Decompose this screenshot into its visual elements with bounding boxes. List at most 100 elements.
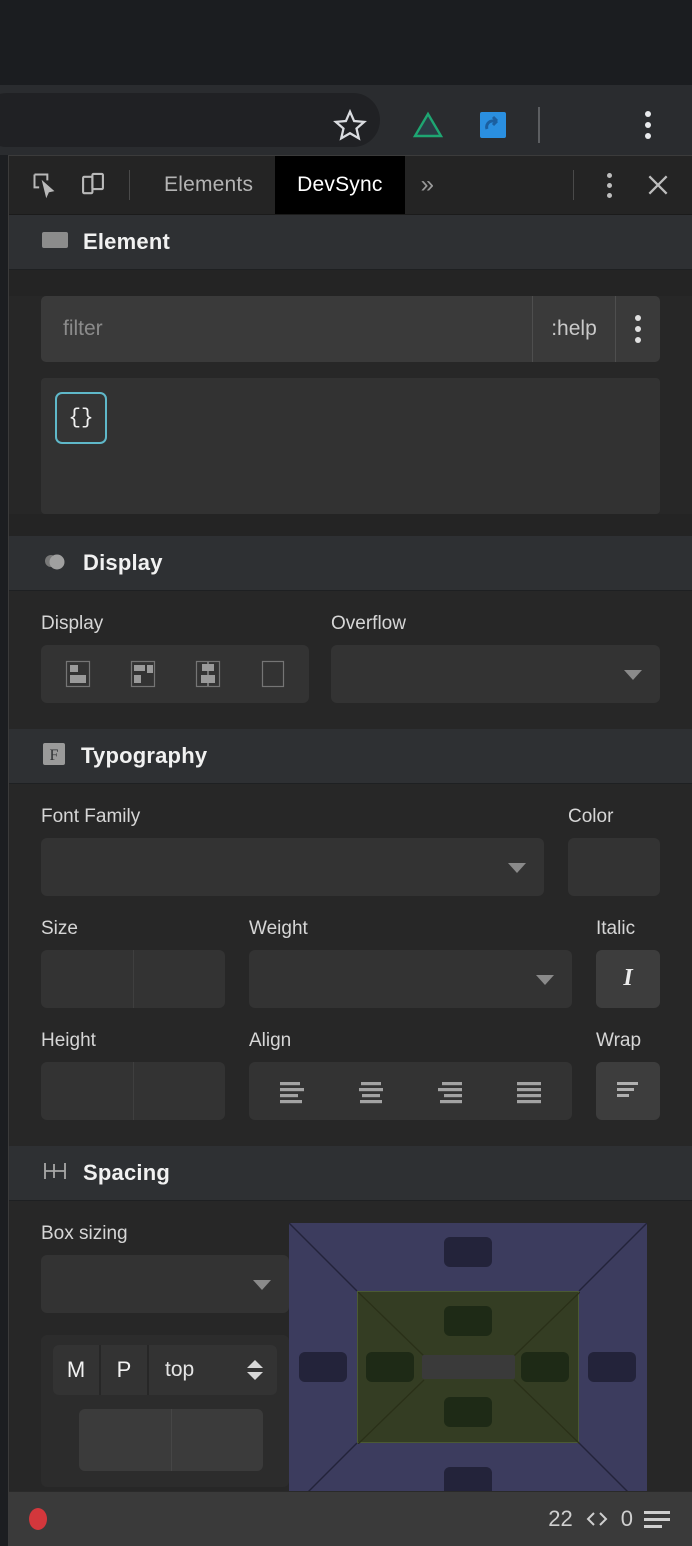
display-block[interactable]	[45, 650, 110, 698]
margin-toggle[interactable]: M	[53, 1345, 101, 1395]
tab-elements[interactable]: Elements	[142, 156, 275, 214]
height-value[interactable]	[41, 1062, 134, 1120]
padding-bottom-input[interactable]	[444, 1397, 492, 1427]
section-title-typography: Typography	[81, 743, 207, 769]
padding-right-input[interactable]	[521, 1352, 569, 1382]
spacing-value[interactable]	[79, 1409, 172, 1471]
typography-section-body: Font Family Color Size	[9, 784, 692, 1146]
overflow-select[interactable]	[331, 645, 660, 703]
wrap-label: Wrap	[596, 1030, 660, 1052]
chevron-down-icon	[536, 975, 554, 985]
font-frame-icon: F	[41, 741, 67, 772]
code-brackets-icon[interactable]	[584, 1507, 610, 1531]
align-center[interactable]	[332, 1067, 411, 1115]
three-dot-menu-icon[interactable]	[630, 103, 666, 147]
box-model-diagram	[289, 1223, 647, 1511]
margin-right-input[interactable]	[588, 1352, 636, 1382]
issue-count: 0	[621, 1506, 633, 1532]
align-justify[interactable]	[489, 1067, 568, 1115]
green-triangle-extension-icon[interactable]	[406, 103, 450, 147]
padding-top-input[interactable]	[444, 1306, 492, 1336]
font-family-label: Font Family	[41, 806, 544, 828]
side-stepper[interactable]	[247, 1360, 263, 1380]
help-button[interactable]: :help	[532, 296, 615, 362]
display-none[interactable]	[240, 650, 305, 698]
side-value: top	[165, 1358, 194, 1382]
align-right[interactable]	[411, 1067, 490, 1115]
weight-label: Weight	[249, 918, 572, 940]
more-tabs-icon[interactable]: »	[405, 156, 450, 214]
display-mode-group	[41, 645, 309, 703]
chips-container: {}	[41, 378, 660, 514]
tabbar-divider	[129, 170, 130, 200]
display-toggle-icon	[41, 550, 69, 577]
padding-toggle[interactable]: P	[101, 1345, 149, 1395]
margin-padding-row: M P top	[53, 1345, 277, 1395]
height-unit[interactable]	[134, 1062, 226, 1120]
tabbar-divider-right	[573, 170, 574, 200]
section-header-element[interactable]: Element	[9, 215, 692, 270]
toolbar-divider	[538, 107, 540, 143]
section-title-element: Element	[83, 229, 170, 255]
size-unit[interactable]	[134, 950, 226, 1008]
spacing-arrows-icon	[41, 1159, 69, 1188]
more-options-icon[interactable]	[586, 162, 632, 208]
chevron-down-icon	[508, 863, 526, 873]
blue-sync-extension-icon[interactable]	[471, 103, 515, 147]
size-input[interactable]	[41, 950, 225, 1008]
inspect-element-icon[interactable]	[21, 162, 69, 208]
chevron-down-icon	[624, 670, 642, 680]
element-section-body: :help {}	[9, 296, 692, 514]
devtools-tabbar: Elements DevSync »	[9, 156, 692, 215]
wrap-button[interactable]	[596, 1062, 660, 1120]
element-box-icon	[41, 230, 69, 255]
device-toolbar-icon[interactable]	[69, 162, 117, 208]
align-left[interactable]	[253, 1067, 332, 1115]
content-box	[422, 1355, 515, 1379]
filter-options-icon[interactable]	[615, 296, 660, 362]
chevron-up-icon[interactable]	[247, 1360, 263, 1368]
align-label: Align	[249, 1030, 572, 1052]
star-icon[interactable]	[328, 103, 372, 147]
section-header-display[interactable]: Display	[9, 536, 692, 591]
display-grid[interactable]	[175, 650, 240, 698]
section-header-typography[interactable]: F Typography	[9, 729, 692, 784]
text-wrap-icon	[612, 1075, 644, 1108]
spacing-panel: Spacing Box sizing M P	[9, 1146, 692, 1535]
align-group	[249, 1062, 572, 1120]
font-family-select[interactable]	[41, 838, 544, 896]
close-icon[interactable]	[632, 162, 684, 208]
status-bar-right: 22 0	[548, 1506, 670, 1532]
spacing-unit[interactable]	[172, 1409, 264, 1471]
tab-devsync[interactable]: DevSync	[275, 156, 404, 214]
side-select[interactable]: top	[149, 1345, 277, 1395]
chevron-down-icon[interactable]	[247, 1372, 263, 1380]
list-menu-icon[interactable]	[644, 1511, 670, 1528]
display-section-body: Display	[9, 591, 692, 729]
tab-devsync-label: DevSync	[297, 173, 382, 197]
record-dot-icon[interactable]	[29, 1508, 47, 1530]
padding-left-input[interactable]	[366, 1352, 414, 1382]
box-sizing-select[interactable]	[41, 1255, 289, 1313]
filter-input[interactable]	[41, 296, 532, 362]
margin-left-input[interactable]	[299, 1352, 347, 1382]
size-value[interactable]	[41, 950, 134, 1008]
weight-select[interactable]	[249, 950, 572, 1008]
spacing-value-input[interactable]	[79, 1409, 263, 1471]
height-input[interactable]	[41, 1062, 225, 1120]
section-header-spacing[interactable]: Spacing	[9, 1146, 692, 1201]
italic-button[interactable]: I	[596, 950, 660, 1008]
svg-text:F: F	[50, 747, 59, 764]
italic-icon: I	[615, 963, 641, 996]
display-flex[interactable]	[110, 650, 175, 698]
browser-titlebar	[0, 0, 692, 85]
margin-top-input[interactable]	[444, 1237, 492, 1267]
json-chip[interactable]: {}	[55, 392, 107, 444]
svg-text:I: I	[622, 965, 634, 991]
typography-panel: F Typography Font Family Color	[9, 729, 692, 1146]
color-label: Color	[568, 806, 660, 828]
color-swatch[interactable]	[568, 838, 660, 896]
devtools-panel: Elements DevSync »	[8, 155, 692, 1546]
address-bar[interactable]	[0, 93, 380, 147]
height-label: Height	[41, 1030, 225, 1052]
